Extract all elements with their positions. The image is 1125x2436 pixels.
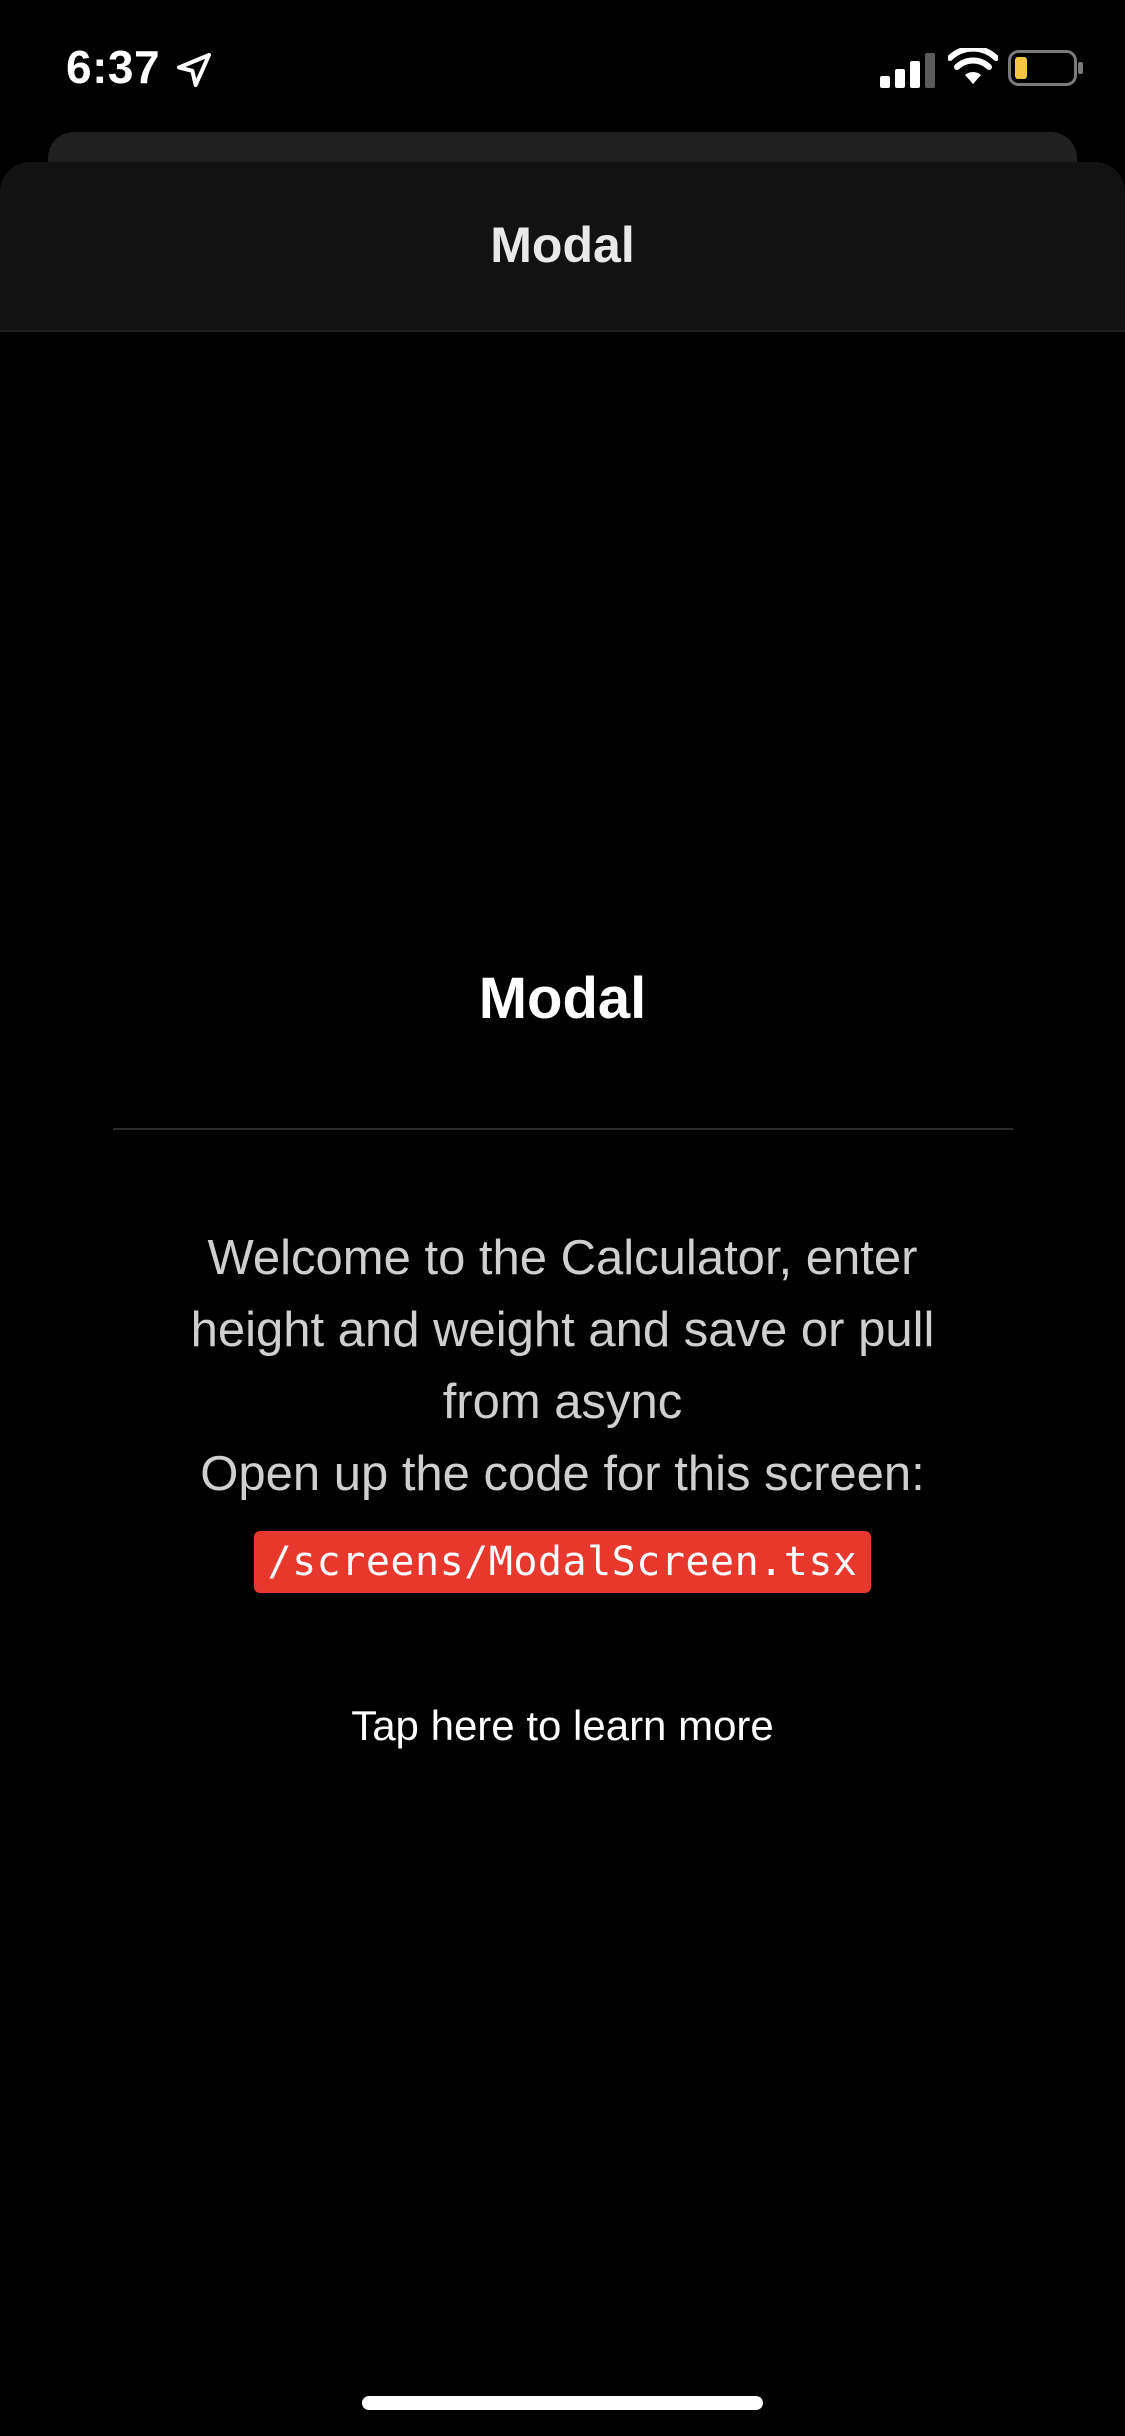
wifi-icon [948, 48, 998, 84]
open-code-text: Open up the code for this screen: [200, 1447, 925, 1501]
code-path-badge: /screens/ModalScreen.tsx [253, 1531, 872, 1593]
modal-sheet: Modal Modal Welcome to the Calculator, e… [0, 162, 1125, 2436]
status-bar: 6:37 [0, 0, 1125, 132]
home-indicator[interactable] [362, 2396, 763, 2410]
page-title: Modal [478, 966, 647, 1031]
navigation-header: Modal [0, 162, 1125, 332]
header-title: Modal [490, 217, 635, 273]
battery-low-icon [1008, 50, 1083, 86]
separator [113, 1128, 1013, 1130]
cellular-signal-icon [880, 53, 935, 88]
location-arrow-icon [177, 53, 211, 87]
learn-more-link[interactable]: Tap here to learn more [0, 1702, 1125, 1750]
welcome-text: Welcome to the Calculator, enter height … [190, 1231, 935, 1429]
code-path-container: /screens/ModalScreen.tsx [0, 1531, 1125, 1593]
status-time: 6:37 [66, 41, 161, 93]
